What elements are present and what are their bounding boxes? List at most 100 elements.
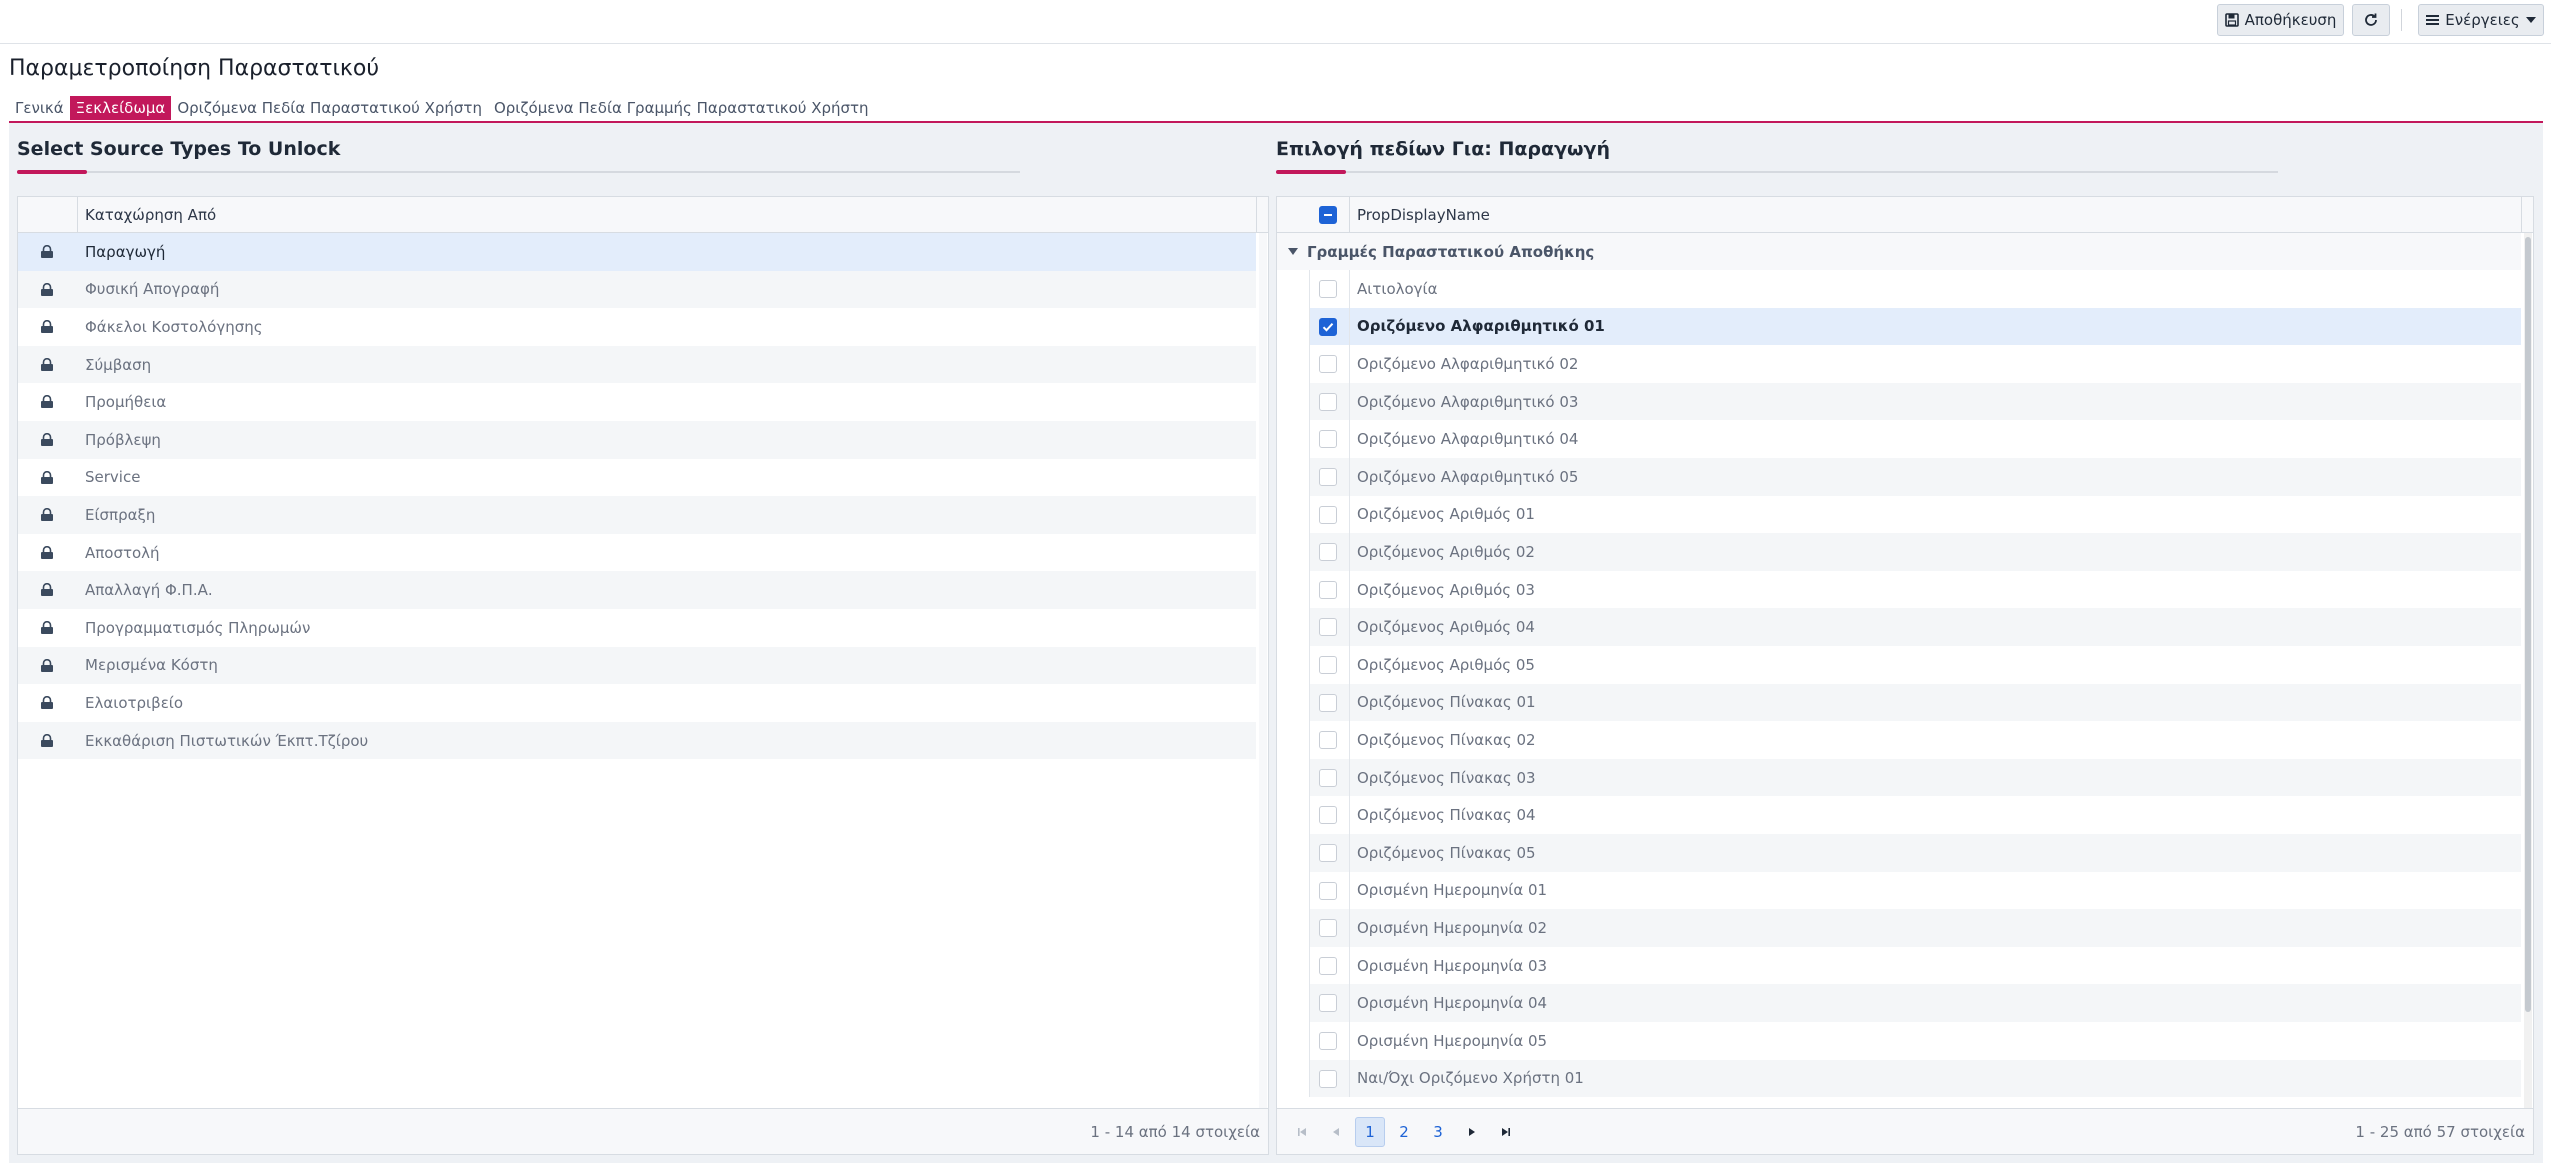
list-item-label: Service: [85, 468, 141, 487]
row-checkbox[interactable]: [1319, 806, 1337, 825]
row-checkbox[interactable]: [1319, 919, 1337, 938]
list-item[interactable]: Φάκελοι Κοστολόγησης: [18, 308, 1256, 346]
row-checkbox[interactable]: [1319, 956, 1337, 975]
select-all-checkbox[interactable]: [1319, 206, 1337, 224]
table-row[interactable]: Οριζόμενος Πίνακας 05: [1309, 834, 2521, 872]
lock-icon[interactable]: [40, 433, 54, 446]
row-checkbox[interactable]: [1319, 844, 1337, 862]
list-item[interactable]: Εκκαθάριση Πιστωτικών Έκπτ.Τζίρου: [18, 721, 1256, 760]
row-checkbox[interactable]: [1319, 1069, 1337, 1088]
save-button-label: Αποθήκευση: [2244, 11, 2337, 29]
right-pager-info: 1 - 25 από 57 στοιχεία: [2355, 1123, 2525, 1141]
lock-icon[interactable]: [40, 508, 54, 522]
row-checkbox[interactable]: [1319, 731, 1337, 750]
table-row[interactable]: Οριζόμενο Αλφαριθμητικό 02: [1309, 345, 2521, 383]
list-item[interactable]: Αποστολή: [18, 534, 1256, 572]
list-item[interactable]: Πρόβλεψη: [18, 421, 1256, 459]
table-row[interactable]: Οριζόμενο Αλφαριθμητικό 03: [1309, 382, 2521, 421]
table-row[interactable]: Ορισμένη Ημερομηνία 02: [1309, 909, 2521, 947]
lock-icon[interactable]: [40, 245, 54, 258]
row-checkbox[interactable]: [1319, 392, 1337, 411]
table-row[interactable]: Ορισμένη Ημερομηνία 05: [1309, 1022, 2521, 1060]
page-button-1[interactable]: 1: [1355, 1117, 1385, 1147]
table-row[interactable]: Οριζόμενος Πίνακας 02: [1309, 721, 2521, 759]
list-item[interactable]: Είσπραξη: [18, 496, 1256, 534]
table-row[interactable]: Οριζόμενος Αριθμός 01: [1309, 495, 2521, 534]
row-checkbox[interactable]: [1319, 656, 1337, 674]
page-button-3[interactable]: 3: [1423, 1117, 1453, 1147]
page-button-2[interactable]: 2: [1389, 1117, 1419, 1147]
row-checkbox[interactable]: [1319, 280, 1337, 298]
grid-header: PropDisplayName: [1277, 197, 2533, 233]
list-item[interactable]: Ελαιοτριβείο: [18, 684, 1256, 722]
lock-icon[interactable]: [40, 320, 54, 334]
lock-icon[interactable]: [40, 621, 54, 634]
row-checkbox[interactable]: [1319, 580, 1337, 599]
lock-icon[interactable]: [40, 470, 54, 484]
row-checkbox[interactable]: [1319, 994, 1337, 1013]
row-checkbox[interactable]: [1319, 505, 1337, 524]
table-row[interactable]: Ορισμένη Ημερομηνία 01: [1309, 871, 2521, 910]
row-checkbox[interactable]: [1319, 618, 1337, 637]
column-header-registration[interactable]: Καταχώρηση Από: [85, 197, 216, 233]
lock-icon[interactable]: [40, 395, 54, 409]
lock-icon[interactable]: [40, 696, 54, 710]
right-grid-scrollbar[interactable]: [2524, 233, 2532, 1109]
tab-user-document-fields[interactable]: Οριζόμενα Πεδία Παραστατικού Χρήστη: [171, 96, 488, 120]
row-checkbox[interactable]: [1319, 768, 1337, 787]
list-item[interactable]: Παραγωγή: [18, 233, 1256, 271]
save-button[interactable]: Αποθήκευση: [2217, 4, 2344, 36]
list-item[interactable]: Προγραμματισμός Πληρωμών: [18, 609, 1256, 647]
next-page-button[interactable]: [1457, 1117, 1487, 1147]
list-item[interactable]: Προμήθεια: [18, 383, 1256, 421]
row-checkbox[interactable]: [1319, 881, 1337, 900]
table-row[interactable]: Ναι/Όχι Οριζόμενο Χρήστη 01: [1309, 1059, 2521, 1098]
group-row[interactable]: Γραμμές Παραστατικού Αποθήκης: [1277, 233, 2521, 270]
table-row[interactable]: Οριζόμενος Αριθμός 05: [1309, 646, 2521, 684]
table-row[interactable]: Αιτιολογία: [1309, 270, 2521, 308]
table-row[interactable]: Οριζόμενο Αλφαριθμητικό 05: [1309, 458, 2521, 496]
row-checkbox[interactable]: [1319, 317, 1337, 336]
lock-icon[interactable]: [40, 658, 54, 672]
actions-dropdown-button[interactable]: Ενέργειες: [2418, 4, 2544, 36]
left-grid-scrollbar[interactable]: [1259, 233, 1267, 1109]
lock-icon[interactable]: [40, 282, 54, 296]
collapse-caret-icon[interactable]: [1288, 248, 1298, 256]
row-checkbox[interactable]: [1319, 355, 1337, 374]
column-header-propdisplayname[interactable]: PropDisplayName: [1357, 197, 1490, 233]
list-item[interactable]: Απαλλαγή Φ.Π.Α.: [18, 571, 1256, 609]
prev-page-button[interactable]: [1321, 1117, 1351, 1147]
list-item[interactable]: Service: [18, 459, 1256, 497]
table-row[interactable]: Οριζόμενος Πίνακας 04: [1309, 796, 2521, 834]
row-checkbox[interactable]: [1319, 1032, 1337, 1050]
source-types-grid: Καταχώρηση Από Παραγωγή Φυσική Απογραφή Φά…: [17, 196, 1269, 1155]
table-row[interactable]: Οριζόμενος Αριθμός 03: [1309, 570, 2521, 609]
table-row[interactable]: Οριζόμενος Αριθμός 02: [1309, 533, 2521, 571]
table-row[interactable]: Οριζόμενος Αριθμός 04: [1309, 608, 2521, 646]
lock-icon[interactable]: [40, 545, 54, 559]
table-row[interactable]: Ορισμένη Ημερομηνία 03: [1309, 946, 2521, 985]
table-row[interactable]: Οριζόμενο Αλφαριθμητικό 01: [1309, 307, 2521, 346]
table-row[interactable]: Οριζόμενος Πίνακας 01: [1309, 683, 2521, 722]
tab-strip: Γενικά Ξεκλείδωμα Οριζόμενα Πεδία Παραστ…: [9, 96, 875, 120]
last-page-button[interactable]: [1491, 1117, 1521, 1147]
list-item[interactable]: Μερισμένα Κόστη: [18, 646, 1256, 685]
list-item[interactable]: Σύμβαση: [18, 345, 1256, 384]
lock-icon[interactable]: [40, 583, 54, 597]
tab-unlock[interactable]: Ξεκλείδωμα: [69, 96, 172, 120]
tab-general[interactable]: Γενικά: [9, 96, 70, 120]
row-checkbox[interactable]: [1319, 693, 1337, 712]
table-row[interactable]: Οριζόμενος Πίνακας 03: [1309, 758, 2521, 797]
next-page-icon: [1469, 1128, 1475, 1136]
tab-user-line-fields[interactable]: Οριζόμενα Πεδία Γραμμής Παραστατικού Χρή…: [488, 96, 875, 120]
first-page-button[interactable]: [1287, 1117, 1317, 1147]
table-row[interactable]: Ορισμένη Ημερομηνία 04: [1309, 984, 2521, 1022]
row-checkbox[interactable]: [1319, 543, 1337, 562]
row-checkbox[interactable]: [1319, 468, 1337, 486]
table-row[interactable]: Οριζόμενο Αλφαριθμητικό 04: [1309, 420, 2521, 458]
lock-icon[interactable]: [40, 357, 54, 371]
list-item[interactable]: Φυσική Απογραφή: [18, 270, 1256, 309]
refresh-button[interactable]: [2352, 4, 2390, 36]
row-checkbox[interactable]: [1319, 430, 1337, 449]
lock-icon[interactable]: [40, 733, 54, 747]
